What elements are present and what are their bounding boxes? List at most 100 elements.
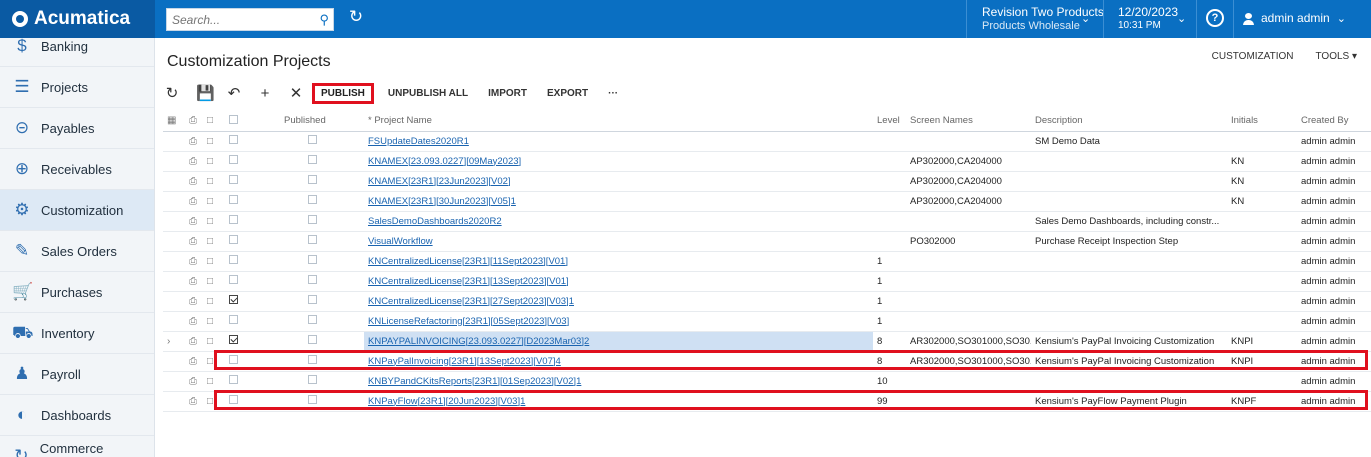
project-name-cell[interactable]: KNCentralizedLicense[23R1][11Sept2023][V… — [364, 251, 873, 272]
attachment-icon[interactable]: ⎙ — [189, 156, 197, 167]
project-name-link[interactable]: KNAMEX[23.093.0227][09May2023] — [368, 156, 521, 167]
row-expander[interactable] — [163, 371, 185, 392]
attachment-icon[interactable]: ⎙ — [189, 396, 197, 407]
row-files[interactable]: ⎙ — [185, 211, 203, 232]
table-row[interactable]: ⎙ □ SalesDemoDashboards2020R2 Sales Demo Da… — [163, 211, 1371, 232]
attachment-icon[interactable]: ⎙ — [189, 276, 197, 287]
row-expander[interactable] — [163, 351, 185, 372]
row-select-cell[interactable] — [225, 171, 280, 192]
search-input[interactable] — [167, 9, 309, 30]
row-notes[interactable]: □ — [203, 311, 225, 332]
note-icon[interactable]: □ — [207, 256, 213, 267]
note-icon[interactable]: □ — [207, 136, 213, 147]
column-project-name[interactable]: * Project Name — [364, 111, 873, 132]
project-name-link[interactable]: VisualWorkflow — [368, 236, 433, 247]
row-select-cell[interactable] — [225, 191, 280, 212]
sidebar-item-commerce-connector[interactable]: ↻ Commerce Connec... — [0, 436, 154, 457]
project-name-link[interactable]: KNPayFlow[23R1][20Jun2023][V03]1 — [368, 396, 525, 407]
row-selector-header[interactable]: ▦ — [163, 111, 185, 132]
project-name-link[interactable]: KNAMEX[23R1][30Jun2023][V05]1 — [368, 196, 516, 207]
row-select-cell[interactable] — [225, 391, 280, 412]
project-name-cell[interactable]: KNBYPandCKitsReports[23R1][01Sep2023][V0… — [364, 371, 873, 392]
project-name-cell[interactable]: KNPAYPALINVOICING[23.093.0227][D2023Mar0… — [364, 331, 873, 352]
project-name-link[interactable]: KNPayPalInvoicing[23R1][13Sept2023][V07]… — [368, 356, 561, 367]
select-all-checkbox[interactable] — [229, 114, 238, 124]
project-name-link[interactable]: SalesDemoDashboards2020R2 — [368, 216, 502, 227]
row-notes[interactable]: □ — [203, 151, 225, 172]
row-expander[interactable] — [163, 211, 185, 232]
table-row[interactable]: ⎙ □ VisualWorkflow PO302000 Purchase Receipt… — [163, 231, 1371, 252]
project-name-link[interactable]: KNCentralizedLicense[23R1][13Sept2023][V… — [368, 276, 569, 287]
more-options-button[interactable]: ··· — [608, 88, 618, 99]
project-name-cell[interactable]: VisualWorkflow — [364, 231, 873, 252]
project-name-link[interactable]: KNCentralizedLicense[23R1][11Sept2023][V… — [368, 256, 568, 267]
project-name-cell[interactable]: KNLicenseRefactoring[23R1][05Sept2023][V… — [364, 311, 873, 332]
note-icon[interactable]: □ — [207, 316, 213, 327]
save-icon[interactable]: 💾 — [196, 84, 215, 102]
attachment-icon[interactable]: ⎙ — [189, 176, 197, 187]
search-box[interactable]: ⚲ — [166, 8, 334, 31]
attachment-icon[interactable]: ⎙ — [189, 216, 197, 227]
column-description[interactable]: Description — [1031, 111, 1227, 132]
row-select-cell[interactable] — [225, 331, 280, 352]
row-select-checkbox[interactable] — [229, 395, 238, 404]
attachment-icon[interactable]: ⎙ — [189, 376, 197, 387]
sidebar-item-customization[interactable]: ⚙ Customization — [0, 190, 154, 231]
row-files[interactable]: ⎙ — [185, 191, 203, 212]
chevron-down-icon[interactable]: ⌄ — [1177, 12, 1186, 25]
row-notes[interactable]: □ — [203, 191, 225, 212]
row-notes[interactable]: □ — [203, 371, 225, 392]
unpublish-all-button[interactable]: UNPUBLISH ALL — [388, 88, 468, 99]
row-expander[interactable] — [163, 251, 185, 272]
sidebar-item-receivables[interactable]: ⊕ Receivables — [0, 149, 154, 190]
user-menu[interactable]: admin admin ⌄ — [1243, 11, 1346, 25]
row-select-checkbox[interactable] — [229, 355, 238, 364]
row-files[interactable]: ⎙ — [185, 351, 203, 372]
row-notes[interactable]: □ — [203, 351, 225, 372]
attachment-icon[interactable]: ⎙ — [189, 316, 197, 327]
chevron-right-icon[interactable]: › — [167, 336, 170, 347]
row-select-checkbox[interactable] — [229, 375, 238, 384]
sidebar-item-banking[interactable]: $ Banking — [0, 38, 154, 67]
attachment-icon[interactable]: ⎙ — [189, 336, 197, 347]
attachment-icon[interactable]: ⎙ — [189, 196, 197, 207]
grid-menu-icon[interactable]: ▦ — [167, 115, 176, 126]
row-select-cell[interactable] — [225, 351, 280, 372]
column-screen-names[interactable]: Screen Names — [906, 111, 1031, 132]
row-select-checkbox[interactable] — [229, 155, 238, 164]
project-name-link[interactable]: KNBYPandCKitsReports[23R1][01Sep2023][V0… — [368, 376, 581, 387]
note-icon[interactable]: □ — [207, 216, 213, 227]
sidebar-item-dashboards[interactable]: ◐ Dashboards — [0, 395, 154, 436]
project-name-link[interactable]: KNLicenseRefactoring[23R1][05Sept2023][V… — [368, 316, 569, 327]
row-notes[interactable]: □ — [203, 231, 225, 252]
project-name-cell[interactable]: SalesDemoDashboards2020R2 — [364, 211, 873, 232]
project-name-link[interactable]: FSUpdateDates2020R1 — [368, 136, 469, 147]
note-icon[interactable]: □ — [207, 356, 213, 367]
row-select-checkbox[interactable] — [229, 215, 238, 224]
row-files[interactable]: ⎙ — [185, 391, 203, 412]
row-notes[interactable]: □ — [203, 251, 225, 272]
table-row[interactable]: ⎙ □ FSUpdateDates2020R1 SM Demo Data admin a… — [163, 131, 1371, 152]
note-icon[interactable]: □ — [207, 176, 213, 187]
row-select-cell[interactable] — [225, 251, 280, 272]
row-expander[interactable] — [163, 171, 185, 192]
table-row[interactable]: ⎙ □ KNCentralizedLicense[23R1][11Sept2023]… — [163, 251, 1371, 272]
row-notes[interactable]: □ — [203, 211, 225, 232]
row-select-checkbox[interactable] — [229, 335, 238, 344]
chevron-down-icon[interactable]: ⌄ — [1081, 12, 1090, 25]
app-logo[interactable]: Acumatica — [0, 0, 155, 38]
row-notes[interactable]: □ — [203, 131, 225, 152]
table-row[interactable]: ⎙ □ KNPayPalInvoicing[23R1][13Sept2023][V0… — [163, 351, 1371, 372]
column-initials[interactable]: Initials — [1227, 111, 1297, 132]
table-row[interactable]: ⎙ □ KNAMEX[23.093.0227][09May2023] AP302000… — [163, 151, 1371, 172]
row-files[interactable]: ⎙ — [185, 291, 203, 312]
sidebar-item-projects[interactable]: ☰ Projects — [0, 67, 154, 108]
row-files[interactable]: ⎙ — [185, 171, 203, 192]
row-select-cell[interactable] — [225, 371, 280, 392]
row-select-cell[interactable] — [225, 291, 280, 312]
table-row[interactable]: ⎙ □ KNCentralizedLicense[23R1][27Sept2023]… — [163, 291, 1371, 312]
row-expander[interactable] — [163, 151, 185, 172]
select-all-header[interactable] — [225, 111, 280, 132]
row-expander[interactable] — [163, 311, 185, 332]
row-expander[interactable] — [163, 271, 185, 292]
